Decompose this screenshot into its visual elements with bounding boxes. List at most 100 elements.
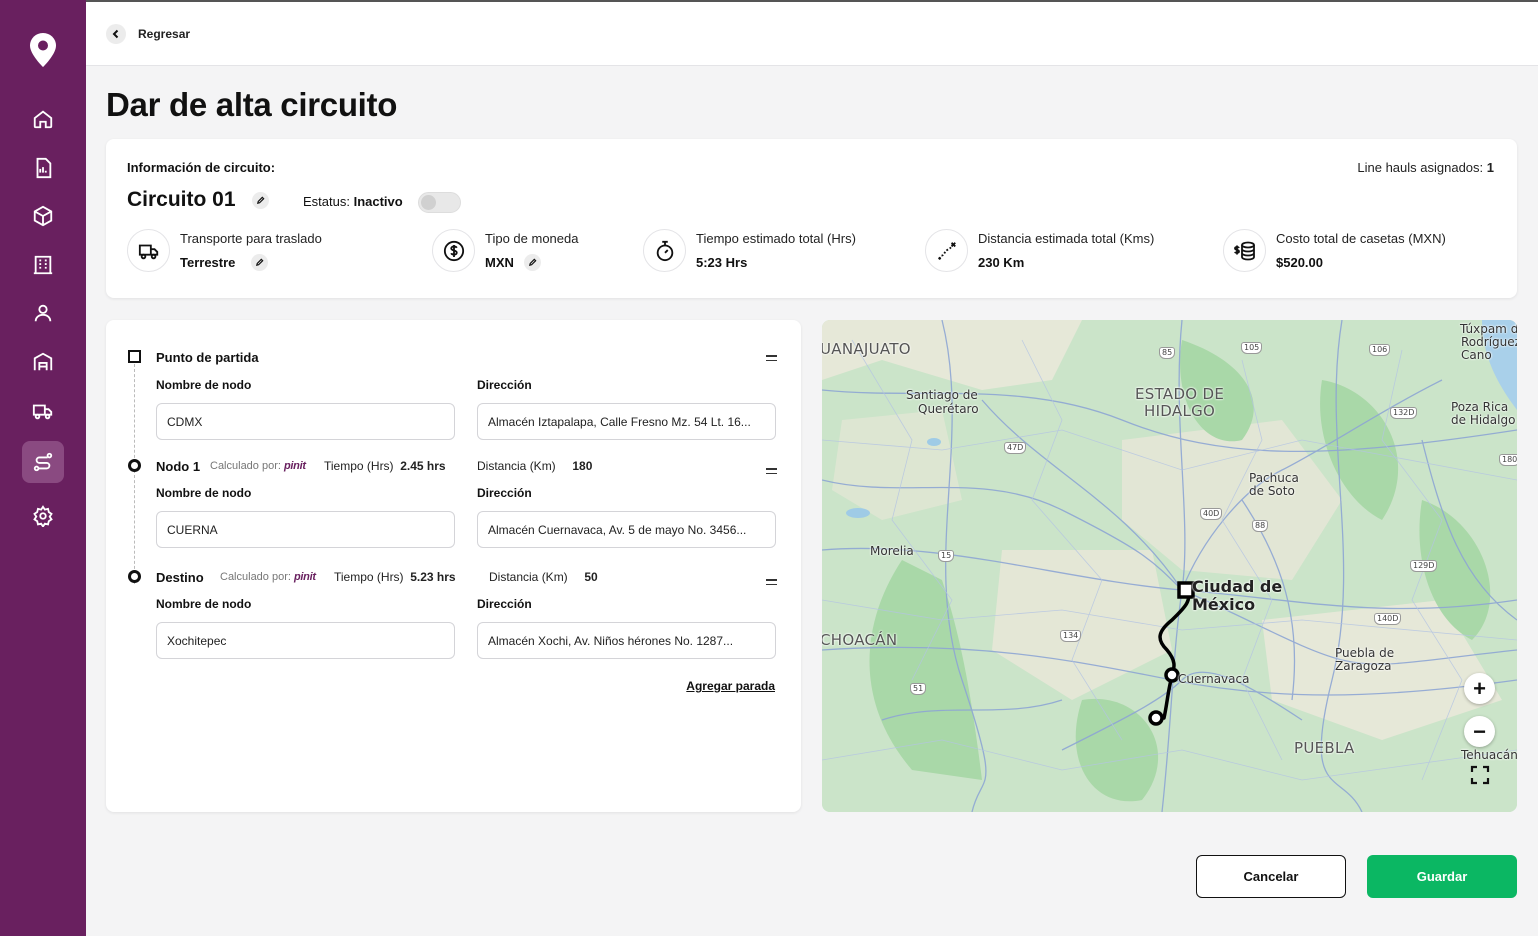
map-label: Pachuca — [1249, 471, 1299, 485]
map-label: de Hidalgo — [1451, 413, 1516, 427]
highway-shield: 180 — [1499, 454, 1517, 466]
metric-label: Distancia estimada total (Kms) — [978, 231, 1155, 246]
drag-handle[interactable] — [766, 355, 777, 364]
pinit-logo: pinit — [294, 571, 316, 583]
map-label: Querétaro — [918, 402, 979, 416]
time-label: Tiempo (Hrs) — [324, 459, 394, 473]
edit-currency-button[interactable] — [524, 254, 541, 271]
node-time: Tiempo (Hrs) 5.23 hrs — [334, 570, 456, 584]
timeline-connector — [134, 364, 135, 584]
edit-circuit-name-button[interactable] — [252, 192, 269, 209]
stopwatch-icon — [656, 240, 673, 261]
nav-fleet[interactable] — [22, 390, 64, 432]
drag-handle[interactable] — [766, 579, 777, 588]
address-input[interactable]: Almacén Cuernavaca, Av. 5 de mayo No. 34… — [477, 511, 776, 548]
metric-value: Terrestre — [180, 255, 236, 270]
metric-distance-icon-wrap — [925, 229, 968, 272]
nav-settings[interactable] — [22, 495, 64, 537]
sidebar — [0, 0, 86, 936]
pencil-icon — [255, 258, 264, 267]
highway-shield: 140D — [1374, 613, 1402, 625]
nav-documents[interactable] — [22, 147, 64, 189]
calculated-by-label: Calculado por: — [220, 571, 291, 583]
node-name-input[interactable]: CDMX — [156, 403, 455, 440]
pinit-logo: pinit — [284, 460, 306, 472]
zoom-in-button[interactable]: + — [1464, 673, 1495, 704]
metric-value: 230 Km — [978, 255, 1025, 270]
top-bar: Regresar — [86, 0, 1538, 66]
back-link[interactable]: Regresar — [138, 27, 190, 41]
location-pin-icon[interactable] — [28, 32, 58, 68]
nav-users[interactable] — [22, 292, 64, 334]
metric-time-icon-wrap — [643, 229, 686, 272]
distance-value: 180 — [572, 459, 593, 473]
node-name-input[interactable]: CUERNA — [156, 511, 455, 548]
route-map[interactable]: UANAJUATO Santiago de Querétaro ESTADO D… — [822, 320, 1517, 812]
circuit-info-card: Información de circuito: Line hauls asig… — [106, 139, 1517, 298]
dollar-icon — [443, 240, 464, 261]
address-input[interactable]: Almacén Iztapalapa, Calle Fresno Mz. 54 … — [477, 403, 776, 440]
address-label: Dirección — [477, 597, 532, 611]
fullscreen-button[interactable] — [1464, 759, 1495, 790]
map-label: PUEBLA — [1294, 739, 1355, 757]
node-title: Punto de partida — [156, 350, 259, 365]
warehouse-icon — [33, 352, 53, 371]
status: Estatus: Inactivo — [303, 194, 403, 209]
save-button[interactable]: Guardar — [1367, 855, 1517, 898]
calculated-by-label: Calculado por: — [210, 460, 281, 472]
status-toggle[interactable] — [418, 192, 461, 213]
node-name-label: Nombre de nodo — [156, 486, 252, 500]
nav-packages[interactable] — [22, 195, 64, 237]
map-label: Poza Rica — [1451, 400, 1509, 414]
metric-value: $520.00 — [1276, 255, 1323, 270]
back-button[interactable] — [106, 24, 126, 44]
distance-label: Distancia (Km) — [489, 570, 568, 584]
truck-icon — [138, 244, 158, 259]
nav-buildings[interactable] — [22, 244, 64, 286]
status-value: Inactivo — [353, 194, 403, 209]
node-name-label: Nombre de nodo — [156, 378, 252, 392]
destination-marker — [128, 570, 141, 583]
home-icon — [33, 110, 53, 129]
pencil-icon — [528, 258, 537, 267]
building-icon — [33, 255, 53, 275]
zoom-out-button[interactable]: − — [1464, 716, 1495, 747]
add-stop-link[interactable]: Agregar parada — [686, 679, 775, 693]
node-name-label: Nombre de nodo — [156, 597, 252, 611]
metric-currency-icon-wrap — [432, 229, 475, 272]
metric-toll-icon-wrap — [1223, 229, 1266, 272]
distance-value: 50 — [584, 570, 598, 584]
map-label: UANAJUATO — [822, 340, 911, 358]
address-label: Dirección — [477, 486, 532, 500]
route-nodes-card: Punto de partida Nombre de nodo Direcció… — [106, 320, 801, 812]
highway-shield: 106 — [1369, 344, 1391, 356]
map-label: Cano — [1461, 348, 1492, 362]
user-icon — [34, 304, 52, 322]
nav-circuits[interactable] — [22, 441, 64, 483]
node-distance: Distancia (Km) 50 — [489, 570, 598, 584]
document-icon — [36, 157, 52, 179]
metric-label: Tipo de moneda — [485, 231, 579, 246]
cancel-button[interactable]: Cancelar — [1196, 855, 1346, 898]
nav-warehouses[interactable] — [22, 341, 64, 383]
address-label: Dirección — [477, 378, 532, 392]
info-heading: Información de circuito: — [127, 160, 276, 175]
calculated-by: Calculado por: pinit — [220, 571, 316, 583]
highway-shield: 134 — [1060, 630, 1082, 642]
edit-transport-button[interactable] — [251, 254, 268, 271]
address-input[interactable]: Almacén Xochi, Av. Niños hérones No. 128… — [477, 622, 776, 659]
map-label: CHOACÁN — [822, 631, 898, 649]
linehauls-count: Line hauls asignados: 1 — [1357, 160, 1494, 175]
linehauls-label: Line hauls asignados: — [1357, 160, 1484, 175]
page-title: Dar de alta circuito — [106, 86, 398, 123]
highway-shield: 47D — [1004, 442, 1027, 454]
highway-shield: 51 — [910, 683, 927, 695]
route-icon — [33, 452, 53, 472]
drag-handle[interactable] — [766, 468, 777, 477]
node-name-input[interactable]: Xochitepec — [156, 622, 455, 659]
nav-home[interactable] — [22, 98, 64, 140]
time-value: 2.45 hrs — [400, 459, 446, 473]
metric-value: MXN — [485, 255, 514, 270]
node-title: Destino — [156, 570, 204, 585]
time-label: Tiempo (Hrs) — [334, 570, 404, 584]
